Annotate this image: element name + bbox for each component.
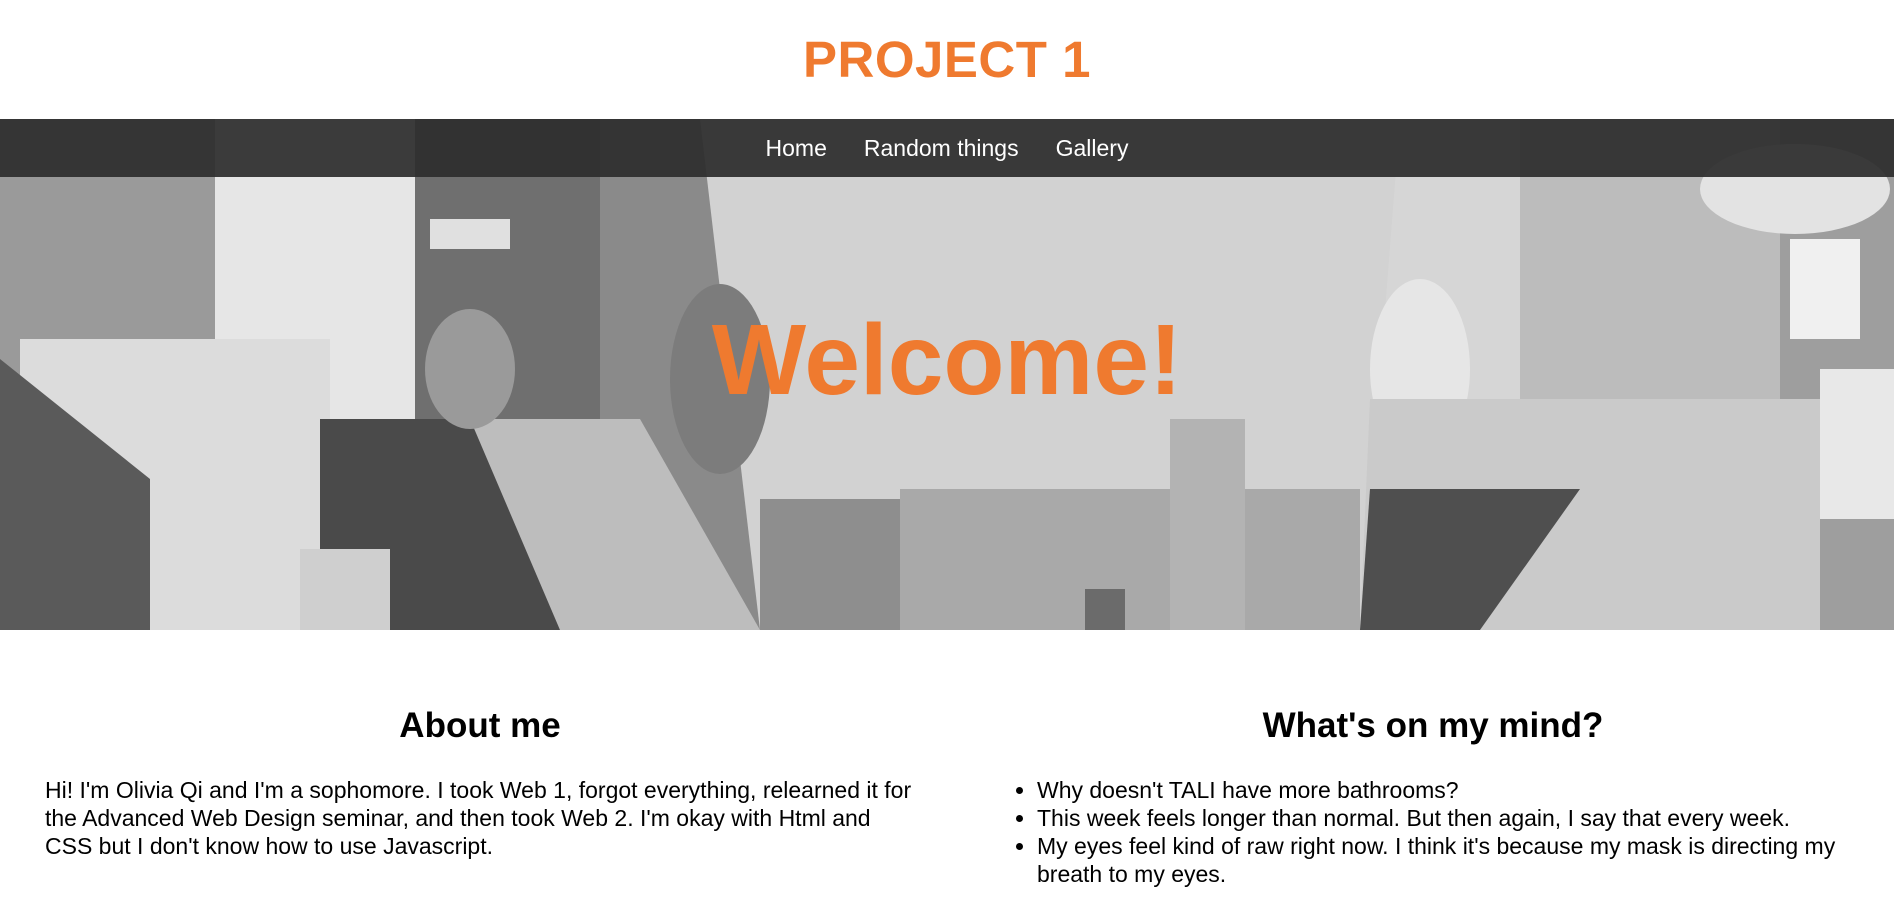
hero-heading: Welcome! (711, 304, 1183, 416)
list-item: This week feels longer than normal. But … (1037, 804, 1856, 832)
about-section: About me Hi! I'm Olivia Qi and I'm a sop… (45, 700, 915, 860)
list-item: Why doesn't TALI have more bathrooms? (1037, 776, 1856, 804)
about-paragraph: Hi! I'm Olivia Qi and I'm a sophomore. I… (45, 777, 912, 859)
list-item: My eyes feel kind of raw right now. I th… (1037, 832, 1856, 888)
mind-list: Why doesn't TALI have more bathrooms? Th… (1010, 776, 1856, 888)
nav-gallery-link[interactable]: Gallery (1056, 135, 1129, 162)
mind-section: What's on my mind? Why doesn't TALI have… (1010, 700, 1856, 888)
about-heading: About me (399, 706, 561, 745)
site-title: PROJECT 1 (803, 31, 1091, 88)
nav-home-link[interactable]: Home (766, 135, 827, 162)
main-nav: Home Random things Gallery (0, 119, 1894, 177)
mind-heading: What's on my mind? (1262, 706, 1604, 745)
nav-random-things-link[interactable]: Random things (864, 135, 1019, 162)
